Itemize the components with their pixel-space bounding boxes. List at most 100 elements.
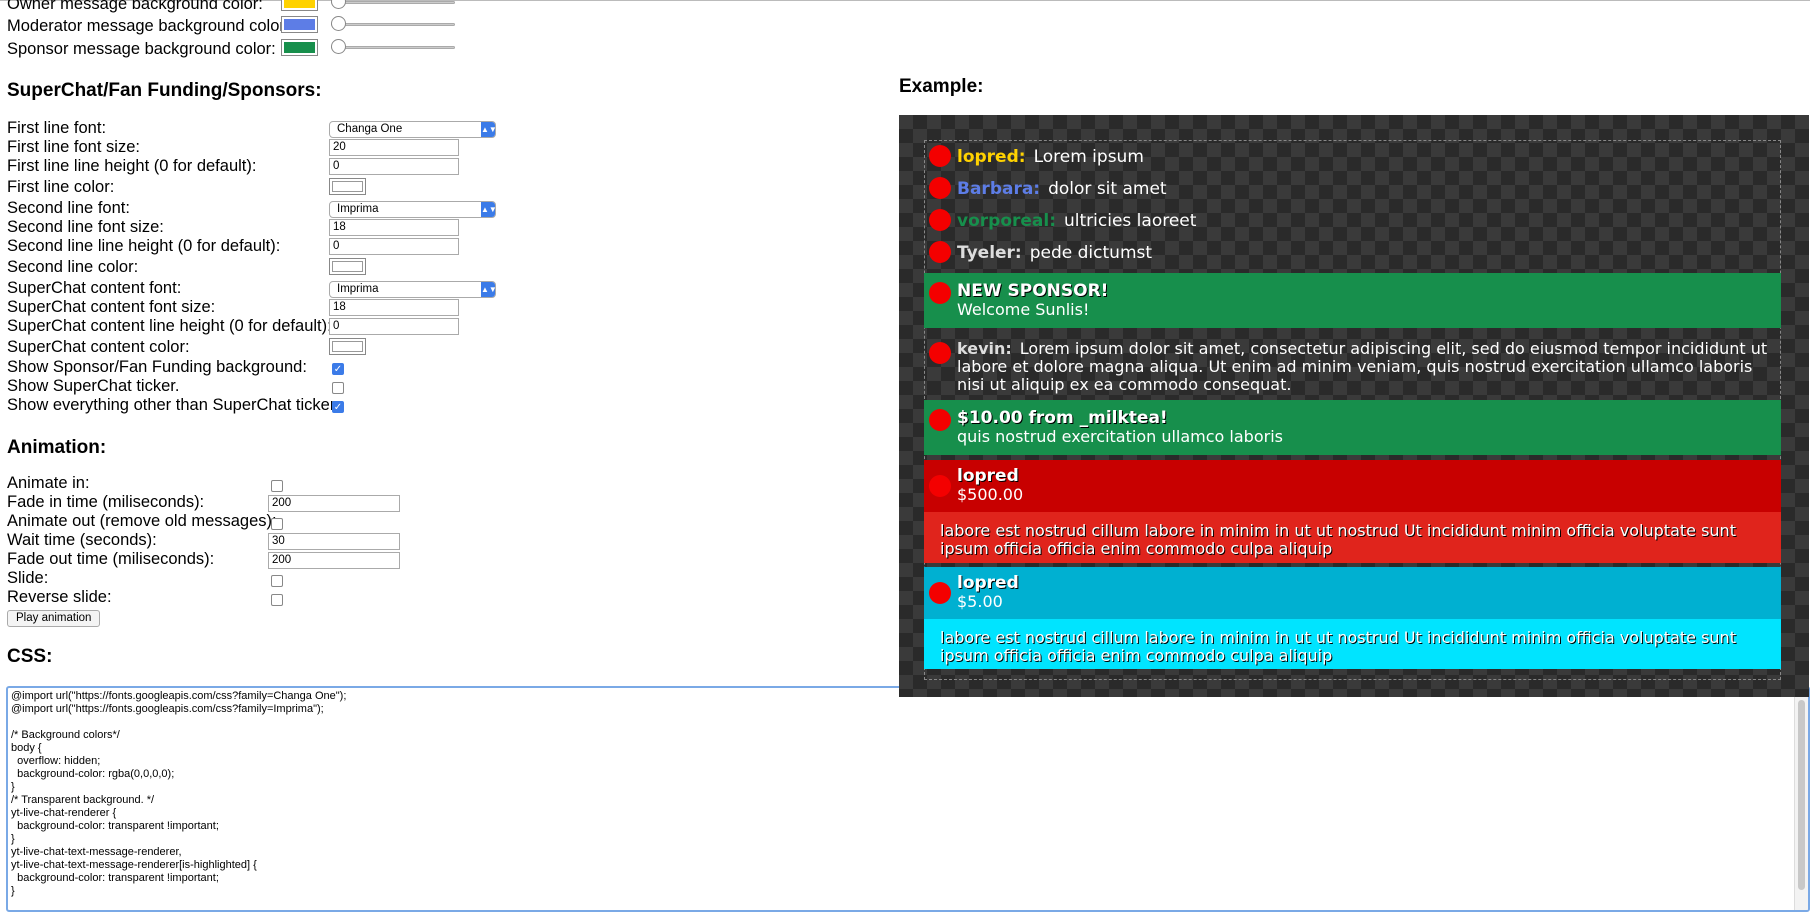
sponsor-bg-swatch[interactable] (281, 39, 318, 56)
wait-time-label: Wait time (seconds): (7, 531, 157, 549)
owner-bg-swatch[interactable] (281, 0, 318, 11)
second-line-color-swatch[interactable] (329, 258, 366, 275)
avatar (929, 475, 951, 497)
content-font-size-label: SuperChat content font size: (7, 298, 216, 316)
fade-out-label: Fade out time (miliseconds): (7, 550, 215, 568)
first-line-font-size-input[interactable]: 20 (329, 139, 459, 156)
second-line-line-height-input[interactable]: 0 (329, 238, 459, 255)
avatar (929, 282, 951, 304)
superchat-author: lopred (957, 466, 1019, 486)
show-other-label: Show everything other than SuperChat tic… (7, 396, 340, 414)
page-top-border (0, 0, 1810, 1)
content-font-size-input[interactable]: 18 (329, 299, 459, 316)
message-text: ultricies laoreet (1064, 211, 1197, 231)
moderator-bg-label: Moderator message background color: (7, 17, 290, 35)
sponsor-bg-label: Sponsor message background color: (7, 40, 276, 58)
author-name: Tyeler: (957, 243, 1022, 263)
fan-funding-message: $10.00 from _milktea! quis nostrud exerci… (924, 400, 1781, 455)
wait-time-input[interactable]: 30 (268, 533, 400, 550)
first-line-color-swatch[interactable] (329, 178, 366, 195)
content-font-value: Imprima (337, 283, 379, 295)
fade-in-label: Fade in time (miliseconds): (7, 493, 205, 511)
superchat-message: lopred $500.00 labore est nostrud cillum … (924, 460, 1781, 563)
animate-in-label: Animate in: (7, 474, 90, 492)
chat-message: kevin: Lorem ipsum dolor sit amet, consec… (924, 333, 1781, 399)
avatar (929, 409, 951, 431)
funding-text: quis nostrud exercitation ullamco labori… (957, 427, 1283, 446)
avatar (929, 582, 951, 604)
funding-title: $10.00 from _milktea! (957, 408, 1168, 428)
second-line-font-select[interactable]: Imprima ▲▼ (329, 201, 497, 218)
sponsor-text: Welcome Sunlis! (957, 300, 1090, 319)
superchat-content: labore est nostrud cillum labore in mini… (924, 512, 1781, 563)
chat-message: lopred: Lorem ipsum (924, 141, 1781, 169)
show-ticker-checkbox[interactable] (332, 382, 344, 394)
owner-bg-slider[interactable] (331, 0, 455, 10)
chat-message: Barbara: dolor sit amet (924, 173, 1781, 201)
first-line-line-height-label: First line line height (0 for default): (7, 157, 257, 175)
show-other-checkbox[interactable]: ✓ (332, 401, 344, 413)
author-name: kevin: (957, 339, 1012, 358)
animate-in-checkbox[interactable] (271, 480, 283, 492)
superchat-header: lopred $5.00 (924, 567, 1781, 619)
author-name: Barbara: (957, 179, 1041, 199)
avatar (929, 209, 951, 231)
first-line-font-label: First line font: (7, 119, 107, 137)
superchat-heading: SuperChat/Fan Funding/Sponsors: (7, 80, 322, 101)
sponsor-title: NEW SPONSOR! (957, 281, 1109, 301)
content-line-height-label: SuperChat content line height (0 for def… (7, 317, 332, 335)
select-arrows-icon: ▲▼ (481, 282, 497, 297)
avatar (929, 241, 951, 263)
content-font-select[interactable]: Imprima ▲▼ (329, 281, 497, 298)
superchat-amount: $500.00 (957, 485, 1024, 504)
fade-in-input[interactable]: 200 (268, 495, 400, 512)
moderator-bg-swatch[interactable] (281, 16, 318, 33)
first-line-line-height-input[interactable]: 0 (329, 158, 459, 175)
fade-out-input[interactable]: 200 (268, 552, 400, 569)
css-editor[interactable]: @import url("https://fonts.googleapis.co… (6, 686, 1810, 912)
avatar (929, 342, 951, 364)
animate-out-checkbox[interactable] (271, 518, 283, 530)
chat-preview: lopred: Lorem ipsum Barbara: dolor sit ame… (899, 115, 1809, 697)
second-line-color-label: Second line color: (7, 258, 139, 276)
first-line-font-select[interactable]: Changa One ▲▼ (329, 121, 497, 138)
content-color-swatch[interactable] (329, 338, 366, 355)
content-line-height-input[interactable]: 0 (329, 318, 459, 335)
first-line-font-value: Changa One (337, 123, 403, 135)
owner-bg-label: Owner message background color: (7, 0, 263, 13)
second-line-font-size-label: Second line font size: (7, 218, 164, 236)
superchat-header: lopred $500.00 (924, 460, 1781, 512)
css-scrollbar[interactable] (1794, 688, 1808, 910)
play-animation-button[interactable]: Play animation (7, 610, 101, 627)
content-font-label: SuperChat content font: (7, 279, 182, 297)
moderator-bg-slider[interactable] (331, 16, 455, 32)
first-line-color-label: First line color: (7, 178, 115, 196)
message-text: Lorem ipsum dolor sit amet, consectetur … (957, 339, 1768, 394)
reverse-slide-checkbox[interactable] (271, 594, 283, 606)
superchat-message: lopred $5.00 labore est nostrud cillum la… (924, 567, 1781, 669)
avatar (929, 145, 951, 167)
superchat-amount: $5.00 (957, 592, 1003, 611)
second-line-line-height-label: Second line line height (0 for default): (7, 237, 281, 255)
author-name: vorporeal: (957, 211, 1057, 231)
message-text: pede dictumst (1029, 243, 1153, 263)
message-text: Lorem ipsum (1033, 147, 1144, 167)
slide-label: Slide: (7, 569, 49, 587)
show-ticker-label: Show SuperChat ticker. (7, 377, 180, 395)
css-code[interactable]: @import url("https://fonts.googleapis.co… (8, 688, 1808, 900)
show-bg-checkbox[interactable]: ✓ (332, 363, 344, 375)
animate-out-label: Animate out (remove old messages): (7, 512, 277, 530)
content-color-label: SuperChat content color: (7, 338, 190, 356)
superchat-content: labore est nostrud cillum labore in mini… (924, 619, 1781, 669)
chat-message: Tyeler: pede dictumst (924, 237, 1781, 265)
superchat-author: lopred (957, 573, 1019, 593)
first-line-font-size-label: First line font size: (7, 138, 140, 156)
sponsor-bg-slider[interactable] (331, 39, 455, 55)
reverse-slide-label: Reverse slide: (7, 588, 112, 606)
author-name: lopred: (957, 147, 1026, 167)
slide-checkbox[interactable] (271, 575, 283, 587)
example-heading: Example: (899, 76, 984, 97)
animation-heading: Animation: (7, 437, 107, 458)
second-line-font-size-input[interactable]: 18 (329, 219, 459, 236)
second-line-font-value: Imprima (337, 203, 379, 215)
